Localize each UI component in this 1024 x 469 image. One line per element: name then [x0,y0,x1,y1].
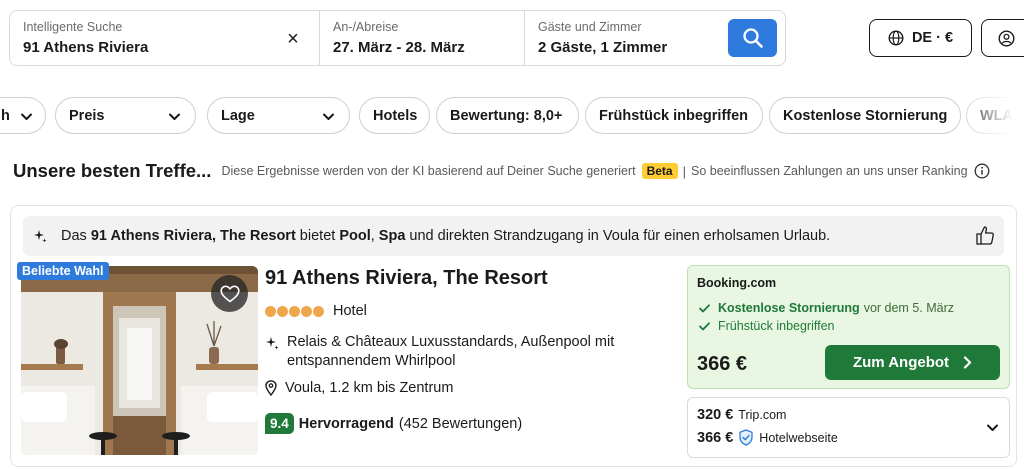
perk-breakfast: Frühstück inbegriffen [699,319,835,333]
chevron-right-icon [963,356,972,369]
dates-label: An-/Abreise [333,20,399,34]
search-button[interactable] [728,19,777,57]
perk-note: vor dem 5. März [863,301,954,315]
chip-label: Preis [69,107,105,124]
destination-input[interactable]: 91 Athens Riviera [23,38,307,58]
review-score-badge: 9.4 [265,413,294,434]
filter-bar: h Preis Lage Hotels Bewertung: 8,0+ Früh… [0,97,1024,135]
filter-chip-wlan[interactable]: WLAN [966,97,1024,134]
destination-field[interactable]: Intelligente Suche 91 Athens Riviera × [10,11,319,65]
chevron-down-icon[interactable] [986,421,999,434]
hotel-name-link[interactable]: 91 Athens Riviera, The Resort [265,267,548,290]
feature-text: Relais & Châteaux Luxusstandards, Außenp… [287,334,615,369]
chip-label: h [1,107,10,124]
location-pin-icon [265,380,277,396]
star-icon [289,306,300,317]
star-icon [301,306,312,317]
chevron-down-icon [323,113,334,120]
offer-provider: Booking.com [697,276,777,290]
separator: | [682,163,686,179]
verified-shield-icon [738,429,754,446]
sparkle-icon [265,336,279,371]
alt-price-row[interactable]: 366 € Hotelwebseite [697,429,838,446]
filter-chip-price[interactable]: Preis [55,97,196,134]
sparkle-icon [33,229,47,243]
chip-label: Hotels [373,107,418,124]
perk-text: Kostenlose Stornierung [718,301,860,315]
review-count: (452 Bewertungen) [398,415,523,432]
best-offer-box[interactable]: Booking.com Kostenlose Stornierung vor d… [687,265,1010,389]
filter-chip-rating[interactable]: Bewertung: 8,0+ [436,97,579,134]
favorite-button[interactable] [211,275,248,312]
perk-free-cancellation: Kostenlose Stornierung vor dem 5. März [699,301,954,315]
star-icon [313,306,324,317]
account-button[interactable] [981,19,1024,57]
filter-chip-location[interactable]: Lage [207,97,350,134]
chevron-down-icon [169,113,180,120]
alt-price: 320 € [697,407,734,423]
ai-summary-text: Das 91 Athens Riviera, The Resort bietet… [61,228,831,244]
search-icon [742,28,763,48]
dates-value[interactable]: 27. März - 28. März [333,38,512,58]
beta-badge: Beta [641,163,678,179]
destination-label: Intelligente Suche [23,20,123,34]
chip-label: Bewertung: 8,0+ [450,107,563,124]
view-deal-label: Zum Angebot [852,354,950,371]
review-rating[interactable]: 9.4 Hervorragend (452 Bewertungen) [265,413,522,434]
hotel-card[interactable]: Das 91 Athens Riviera, The Resort bietet… [10,205,1017,467]
star-icon [277,306,288,317]
globe-icon [888,30,904,46]
star-icon [265,306,276,317]
feedback-thumbs-icon[interactable] [974,224,996,252]
hotel-location: Voula, 1.2 km bis Zentrum [265,380,453,396]
chip-label: Kostenlose Stornierung [783,107,948,124]
checkmark-icon [699,321,710,331]
offer-price: 366 € [697,353,748,375]
info-icon[interactable] [974,163,990,179]
rating-label: Hervorragend [298,415,394,432]
chip-label: WLAN [980,107,1024,124]
language-currency-label: DE · € [911,30,954,46]
results-header: Unsere besten Treffe... Diese Ergebnisse… [13,159,1018,183]
star-rating [265,306,324,317]
alt-price-row[interactable]: 320 € Trip.com [697,407,786,423]
location-text: Voula, 1.2 km bis Zentrum [285,380,454,396]
ai-summary-banner: Das 91 Athens Riviera, The Resort bietet… [23,216,1004,256]
filter-chip-breakfast[interactable]: Frühstück inbegriffen [585,97,763,134]
ranking-info-link[interactable]: So beeinflussen Zahlungen an uns unser R… [691,164,968,178]
filter-chip-hotels[interactable]: Hotels [359,97,430,134]
language-currency-button[interactable]: DE · € [869,19,972,57]
filter-chip-free-cancellation[interactable]: Kostenlose Stornierung [769,97,961,134]
chevron-down-icon [21,113,32,120]
alternative-prices[interactable]: 320 € Trip.com 366 € Hotelwebseite [687,397,1010,458]
dates-field[interactable]: An-/Abreise 27. März - 28. März [319,11,524,65]
user-icon [998,29,1015,47]
checkmark-icon [699,303,710,313]
hotel-feature: Relais & Châteaux Luxusstandards, Außenp… [265,333,645,371]
alt-provider: Hotelwebseite [759,430,838,445]
accommodation-type: Hotel [333,303,367,319]
guests-field[interactable]: Gäste und Zimmer 2 Gäste, 1 Zimmer [524,11,785,65]
results-title: Unsere besten Treffe... [13,160,212,181]
search-bar: Intelligente Suche 91 Athens Riviera × A… [9,10,786,66]
filter-chip-cut[interactable]: h [0,97,46,134]
alt-price: 366 € [697,429,734,446]
view-deal-button[interactable]: Zum Angebot [825,345,1000,380]
heart-icon [219,285,240,302]
clear-search-button[interactable]: × [283,29,303,49]
results-description: Diese Ergebnisse werden von der KI basie… [221,164,636,178]
perk-text: Frühstück inbegriffen [718,319,835,333]
popular-choice-badge: Beliebte Wahl [17,262,109,280]
alt-provider: Trip.com [738,408,787,422]
chip-label: Frühstück inbegriffen [599,107,749,124]
chip-label: Lage [221,107,255,124]
